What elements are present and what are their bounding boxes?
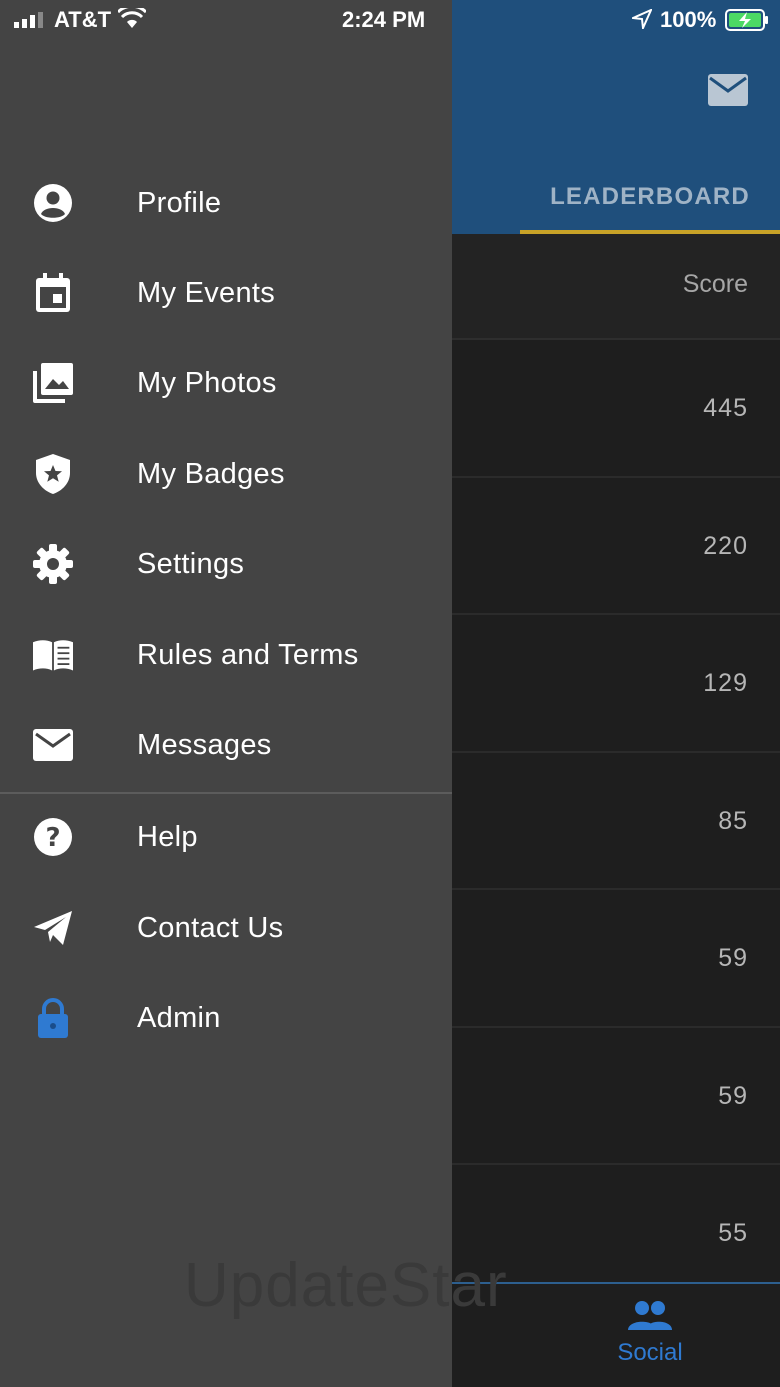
mail-icon[interactable]: [708, 74, 748, 106]
drawer-item-my-photos[interactable]: My Photos: [0, 338, 452, 428]
drawer-item-contact-us[interactable]: Contact Us: [0, 883, 452, 973]
social-tab[interactable]: Social: [602, 1300, 698, 1367]
drawer-item-label: My Badges: [137, 457, 285, 490]
drawer-item-label: Admin: [137, 1001, 221, 1034]
drawer-item-label: My Photos: [137, 366, 277, 399]
tab-leaderboard[interactable]: LEADERBOARD: [520, 160, 780, 234]
lock-icon: [33, 998, 73, 1038]
send-icon: [33, 908, 73, 948]
cellular-signal-icon: [14, 12, 43, 28]
drawer-item-label: Settings: [137, 547, 245, 580]
drawer-item-label: Rules and Terms: [137, 638, 359, 671]
help-circle-icon: ?: [33, 817, 73, 857]
table-row[interactable]: 85: [452, 752, 780, 890]
score-value: 55: [718, 1219, 748, 1247]
calendar-icon: [33, 273, 73, 313]
table-row[interactable]: 129: [452, 615, 780, 753]
drawer-item-my-badges[interactable]: My Badges: [0, 429, 452, 519]
score-value: 445: [703, 394, 748, 422]
score-column-header: Score: [452, 234, 780, 340]
watermark: UpdateStar: [184, 1251, 508, 1320]
social-tab-label: Social: [617, 1339, 683, 1366]
table-row[interactable]: 59: [452, 890, 780, 1028]
score-value: 59: [718, 1081, 748, 1110]
drawer-item-label: Contact Us: [137, 911, 284, 944]
drawer-item-label: Profile: [137, 186, 222, 219]
score-value: 59: [718, 944, 748, 972]
drawer-item-admin[interactable]: Admin: [0, 973, 452, 1063]
leaderboard-list: 445 220 129 85 59 59 55: [452, 340, 780, 1303]
drawer-item-help[interactable]: ? Help: [0, 792, 452, 882]
status-bar: AT&T 2:24 PM 100%: [0, 0, 780, 44]
mail-icon: [33, 725, 73, 765]
wifi-icon: [118, 8, 146, 28]
people-icon: [628, 1301, 672, 1330]
table-row[interactable]: 59: [452, 1027, 780, 1165]
status-time: 2:24 PM: [342, 7, 426, 32]
carrier-name: AT&T: [54, 7, 112, 32]
shield-star-icon: [33, 454, 73, 494]
table-row[interactable]: 220: [452, 477, 780, 615]
drawer-item-settings[interactable]: Settings: [0, 519, 452, 609]
score-value: 129: [703, 669, 748, 697]
book-icon: [33, 635, 73, 675]
photo-library-icon: [33, 363, 73, 403]
gear-icon: [33, 544, 73, 584]
battery-charging-icon: [725, 9, 768, 31]
drawer-item-label: My Events: [137, 276, 276, 309]
drawer-item-profile[interactable]: Profile: [0, 158, 452, 248]
location-arrow-icon: [632, 9, 652, 29]
battery-percent: 100%: [660, 7, 717, 32]
score-header-label: Score: [682, 270, 748, 298]
score-value: 85: [718, 806, 748, 835]
svg-text:?: ?: [45, 823, 60, 853]
drawer-item-label: Messages: [137, 728, 272, 761]
account-circle-icon: [33, 183, 73, 223]
drawer-item-rules-and-terms[interactable]: Rules and Terms: [0, 610, 452, 700]
navigation-drawer: Profile My Events My Photos My Badges Se…: [0, 0, 452, 1387]
tab-leaderboard-label: LEADERBOARD: [550, 183, 750, 210]
drawer-item-my-events[interactable]: My Events: [0, 248, 452, 338]
score-value: 220: [703, 531, 748, 560]
table-row[interactable]: 445: [452, 340, 780, 478]
drawer-item-label: Help: [137, 820, 198, 853]
drawer-item-messages[interactable]: Messages: [0, 700, 452, 790]
